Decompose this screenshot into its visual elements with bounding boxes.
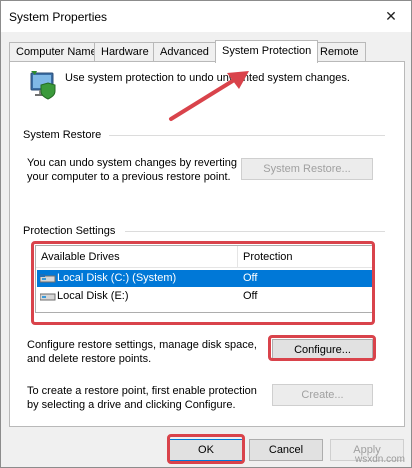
- system-restore-desc-line1: You can undo system changes by reverting: [27, 157, 237, 169]
- ok-button[interactable]: OK: [169, 439, 243, 461]
- column-divider: [237, 246, 238, 268]
- drive-protection-status: Off: [243, 272, 258, 284]
- drive-protection-status: Off: [243, 290, 258, 302]
- drive-row-c[interactable]: Local Disk (C:) (System) Off: [37, 270, 372, 287]
- tab-system-protection[interactable]: System Protection: [215, 40, 319, 63]
- system-restore-desc-line2: your computer to a previous restore poin…: [27, 171, 231, 183]
- drive-name: Local Disk (C:) (System): [57, 272, 177, 284]
- cancel-button[interactable]: Cancel: [249, 439, 323, 461]
- system-restore-divider: [109, 135, 385, 136]
- computer-shield-icon: [30, 71, 56, 100]
- create-desc-line2: by selecting a drive and clicking Config…: [27, 399, 236, 411]
- system-restore-description: You can undo system changes by reverting…: [27, 156, 237, 184]
- drives-header: Available Drives Protection: [36, 246, 372, 268]
- close-icon[interactable]: ✕: [371, 1, 411, 32]
- configure-description: Configure restore settings, manage disk …: [27, 338, 257, 366]
- protection-settings-label: Protection Settings: [23, 225, 116, 237]
- system-restore-button[interactable]: System Restore...: [241, 158, 373, 180]
- configure-desc-line1: Configure restore settings, manage disk …: [27, 339, 257, 351]
- drive-icon: [40, 293, 56, 301]
- drive-row-e[interactable]: Local Disk (E:) Off: [37, 288, 372, 305]
- create-description: To create a restore point, first enable …: [27, 384, 257, 412]
- configure-button[interactable]: Configure...: [272, 339, 373, 361]
- column-available-drives[interactable]: Available Drives: [41, 251, 120, 263]
- window-title: System Properties: [9, 10, 108, 24]
- drives-list[interactable]: Available Drives Protection Local Disk (…: [35, 245, 373, 313]
- title-bar: System Properties ✕: [1, 1, 411, 32]
- drive-name: Local Disk (E:): [57, 290, 129, 302]
- tab-advanced[interactable]: Advanced: [153, 42, 216, 62]
- protection-settings-divider: [125, 231, 385, 232]
- system-properties-window: System Properties ✕ Computer Name Hardwa…: [0, 0, 412, 468]
- system-protection-panel: [9, 61, 405, 427]
- create-button[interactable]: Create...: [272, 384, 373, 406]
- watermark: wsxdn.com: [354, 454, 405, 465]
- tab-remote[interactable]: Remote: [313, 42, 366, 62]
- system-drive-icon: [40, 274, 56, 283]
- column-protection[interactable]: Protection: [243, 251, 293, 263]
- system-restore-label: System Restore: [23, 129, 102, 141]
- tab-strip: Computer Name Hardware Advanced System P…: [9, 40, 405, 63]
- create-desc-line1: To create a restore point, first enable …: [27, 385, 257, 397]
- intro-text: Use system protection to undo unwanted s…: [65, 72, 350, 84]
- tab-hardware[interactable]: Hardware: [94, 42, 156, 62]
- configure-desc-line2: and delete restore points.: [27, 353, 152, 365]
- tab-computer-name[interactable]: Computer Name: [9, 42, 104, 62]
